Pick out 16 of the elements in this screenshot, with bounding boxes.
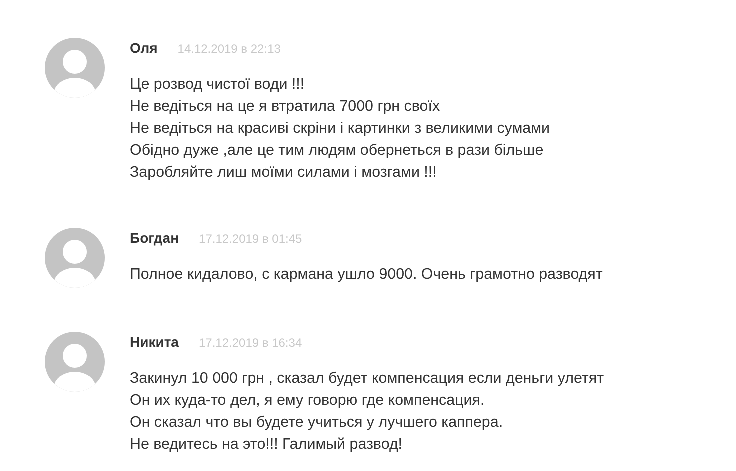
comment-text: Заробляйте лиш моїми силами і мозгами !!! bbox=[130, 163, 438, 183]
author-name: Оля bbox=[130, 40, 158, 56]
comment-text: Закинул 10 000 грн , сказал будет компенсация если деньги улетят bbox=[130, 369, 604, 389]
avatar-icon bbox=[45, 228, 105, 288]
comment-text: Обідно дуже ,але це тим людям обернеться в рази більше bbox=[130, 141, 545, 161]
comment-text: Он их куда-то дел, я ему говорю где компенсация. bbox=[130, 391, 486, 411]
comment-text: Не ведіться на це я втратила 7000 грн своїх bbox=[130, 97, 442, 117]
avatar-icon bbox=[45, 332, 105, 392]
comment-text: Це розвод чистої води !!! bbox=[130, 75, 306, 95]
comment-text: Полное кидалово, с кармана ушло 9000. Очень грамотно разводят bbox=[130, 265, 603, 285]
comment-text: Он сказал что вы будете учиться у лучшего каппера. bbox=[130, 413, 504, 433]
author-name: Богдан bbox=[130, 230, 180, 246]
comment-text: Не ведитесь на это!!! Галимый развод! bbox=[130, 435, 404, 455]
avatar-icon bbox=[45, 38, 105, 98]
author-name: Никита bbox=[130, 334, 179, 350]
comment-text: Не ведіться на красиві скріни і картинки з великими сумами bbox=[130, 119, 550, 139]
